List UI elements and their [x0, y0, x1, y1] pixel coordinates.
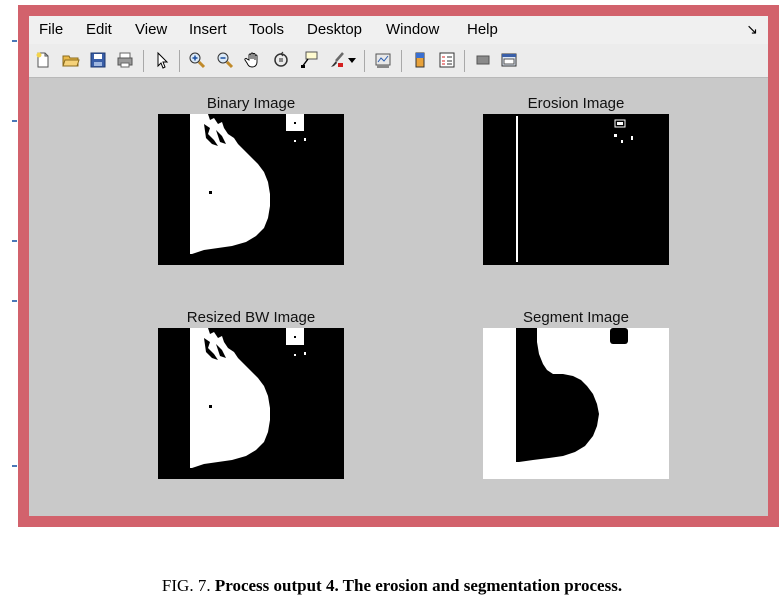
margin-tick: [12, 300, 17, 302]
segment-black-square: [610, 328, 628, 344]
colorbar-icon[interactable]: [410, 50, 430, 70]
zoom-in-icon[interactable]: [187, 50, 207, 70]
hide-plot-tools-icon[interactable]: [473, 50, 493, 70]
save-icon[interactable]: [88, 50, 108, 70]
binary-image-title: Binary Image: [206, 95, 296, 112]
menu-edit[interactable]: Edit: [86, 21, 112, 39]
toolbar-separator: [143, 50, 144, 72]
resized-bw-image-axes[interactable]: [158, 328, 344, 479]
toolbar-separator: [179, 50, 180, 72]
segment-image-title: Segment Image: [523, 309, 629, 326]
toolbar-separator: [464, 50, 465, 72]
menu-view[interactable]: View: [135, 21, 167, 39]
caption-text: Process output 4. The erosion and segmen…: [214, 576, 623, 595]
show-plot-tools-icon[interactable]: [499, 50, 519, 70]
rotate-3d-icon[interactable]: [271, 50, 291, 70]
open-file-icon[interactable]: [61, 50, 81, 70]
menu-help[interactable]: Help: [467, 21, 498, 39]
new-figure-icon[interactable]: [33, 50, 53, 70]
figure-caption: FIG. 7. Process output 4. The erosion an…: [0, 576, 784, 596]
left-page-margin: [0, 0, 18, 530]
brush-icon[interactable]: [327, 50, 347, 70]
data-cursor-icon[interactable]: [299, 50, 319, 70]
pointer-icon[interactable]: [152, 50, 172, 70]
binary-image-axes[interactable]: [158, 114, 344, 265]
print-icon[interactable]: [115, 50, 135, 70]
margin-tick: [12, 120, 17, 122]
menu-window[interactable]: Window: [386, 21, 439, 39]
toolbar-separator: [364, 50, 365, 72]
erosion-thin-line: [516, 116, 518, 262]
dropdown-arrow-icon[interactable]: [347, 50, 357, 70]
margin-tick: [12, 240, 17, 242]
resized-bw-image-title: Resized BW Image: [186, 309, 316, 326]
toolbar-separator: [401, 50, 402, 72]
figure-window: File Edit View Insert Tools Desktop Wind…: [18, 5, 779, 527]
figure-toolbar: [29, 44, 768, 78]
segment-image-axes[interactable]: [483, 328, 669, 479]
margin-tick: [12, 40, 17, 42]
legend-icon[interactable]: [437, 50, 457, 70]
menu-desktop[interactable]: Desktop: [307, 21, 362, 39]
pan-hand-icon[interactable]: [243, 50, 263, 70]
menu-file[interactable]: File: [39, 21, 63, 39]
dock-arrow-icon[interactable]: ↘: [746, 21, 758, 38]
caption-prefix: FIG. 7.: [161, 576, 211, 595]
menu-tools[interactable]: Tools: [249, 21, 284, 39]
erosion-image-axes[interactable]: [483, 114, 669, 265]
menu-bar: File Edit View Insert Tools Desktop Wind…: [29, 16, 768, 44]
erosion-image-title: Erosion Image: [527, 95, 625, 112]
menu-insert[interactable]: Insert: [189, 21, 227, 39]
link-plot-icon[interactable]: [373, 50, 393, 70]
zoom-out-icon[interactable]: [215, 50, 235, 70]
margin-tick: [12, 465, 17, 467]
